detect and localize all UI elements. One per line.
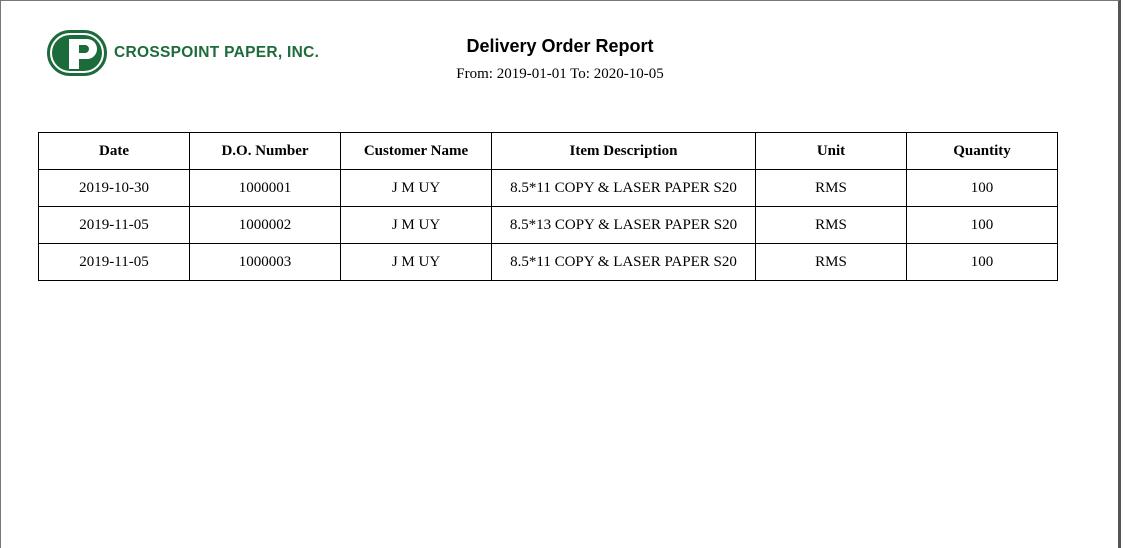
cell-item-description: 8.5*11 COPY & LASER PAPER S20 xyxy=(491,169,756,207)
header-customer-name: Customer Name xyxy=(340,132,492,170)
report-title: Delivery Order Report xyxy=(466,36,654,56)
cell-do-number: 1000001 xyxy=(189,169,341,207)
cell-do-number: 1000003 xyxy=(189,243,341,281)
cell-date: 2019-11-05 xyxy=(38,243,190,281)
cell-date: 2019-10-30 xyxy=(38,169,190,207)
header-do-number: D.O. Number xyxy=(189,132,341,170)
header-date: Date xyxy=(38,132,190,170)
cell-date: 2019-11-05 xyxy=(38,206,190,244)
cell-customer-name: J M UY xyxy=(340,206,492,244)
report-date-range: From: 2019-01-01 To: 2020-10-05 xyxy=(456,66,664,82)
delivery-order-table: Date D.O. Number Customer Name Item Desc… xyxy=(38,132,1058,281)
table-header-row: Date D.O. Number Customer Name Item Desc… xyxy=(38,132,1058,170)
table-row: 2019-10-30 1000001 J M UY 8.5*11 COPY & … xyxy=(38,169,1058,207)
header-item-description: Item Description xyxy=(491,132,756,170)
table-row: 2019-11-05 1000003 J M UY 8.5*11 COPY & … xyxy=(38,243,1058,281)
cell-unit: RMS xyxy=(755,169,907,207)
cell-quantity: 100 xyxy=(906,169,1058,207)
cell-quantity: 100 xyxy=(906,243,1058,281)
cell-unit: RMS xyxy=(755,243,907,281)
cell-customer-name: J M UY xyxy=(340,243,492,281)
cell-quantity: 100 xyxy=(906,206,1058,244)
header-quantity: Quantity xyxy=(906,132,1058,170)
table-row: 2019-11-05 1000002 J M UY 8.5*13 COPY & … xyxy=(38,206,1058,244)
header-unit: Unit xyxy=(755,132,907,170)
cell-unit: RMS xyxy=(755,206,907,244)
cell-item-description: 8.5*11 COPY & LASER PAPER S20 xyxy=(491,243,756,281)
cell-customer-name: J M UY xyxy=(340,169,492,207)
cell-do-number: 1000002 xyxy=(189,206,341,244)
cell-item-description: 8.5*13 COPY & LASER PAPER S20 xyxy=(491,206,756,244)
